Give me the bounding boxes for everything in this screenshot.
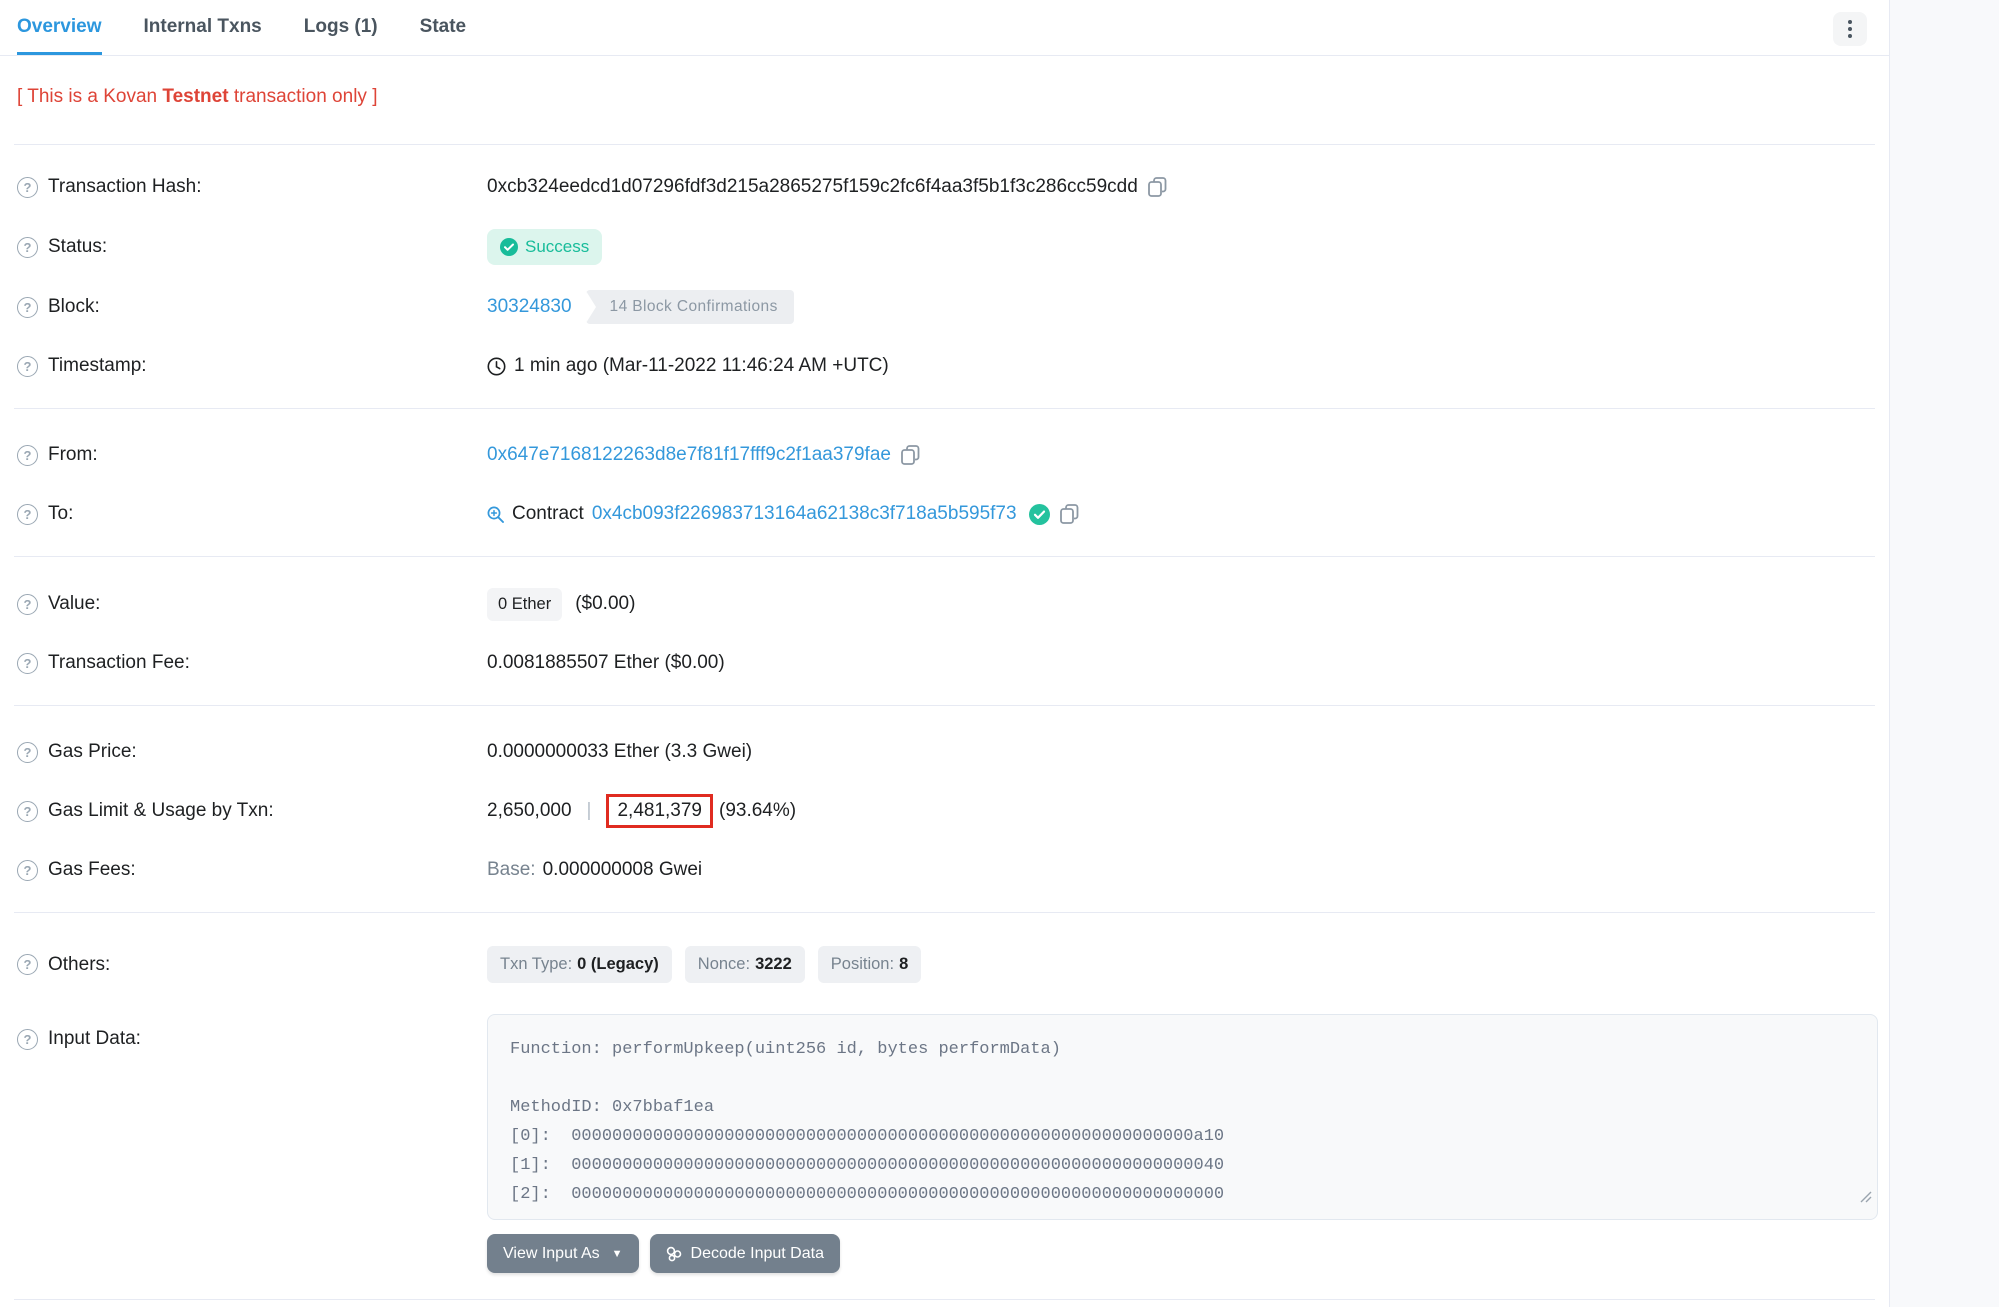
separator: | — [587, 800, 592, 822]
divider — [14, 1299, 1875, 1300]
row-gas-limit-usage: ? Gas Limit & Usage by Txn: 2,650,000 | … — [0, 794, 1889, 828]
decode-input-data-button[interactable]: Decode Input Data — [650, 1234, 840, 1273]
verified-check-icon — [1029, 504, 1050, 525]
help-icon[interactable]: ? — [17, 445, 38, 466]
nonce-chip: Nonce:3222 — [685, 946, 805, 983]
help-icon[interactable]: ? — [17, 860, 38, 881]
row-timestamp: ? Timestamp: 1 min ago (Mar-11-2022 11:4… — [0, 349, 1889, 383]
gas-price-label: Gas Price: — [48, 741, 137, 763]
gas-used-percent: (93.64%) — [719, 800, 796, 822]
help-icon[interactable]: ? — [17, 237, 38, 258]
tab-bar: Overview Internal Txns Logs (1) State — [0, 0, 1889, 56]
transaction-hash-value: 0xcb324eedcd1d07296fdf3d215a2865275f159c… — [487, 176, 1138, 198]
divider — [14, 705, 1875, 706]
gas-price-value: 0.0000000033 Ether (3.3 Gwei) — [487, 741, 752, 763]
help-icon[interactable]: ? — [17, 177, 38, 198]
tab-overview[interactable]: Overview — [17, 0, 102, 55]
status-text: Success — [525, 237, 589, 257]
gas-fees-label: Gas Fees: — [48, 859, 136, 881]
gas-limit-value: 2,650,000 — [487, 800, 572, 822]
help-icon[interactable]: ? — [17, 356, 38, 377]
base-fee-value: 0.000000008 Gwei — [543, 859, 703, 881]
help-icon[interactable]: ? — [17, 742, 38, 763]
help-icon[interactable]: ? — [17, 594, 38, 615]
status-label: Status: — [48, 236, 107, 258]
kebab-menu-icon — [1848, 20, 1852, 38]
tab-state[interactable]: State — [420, 0, 466, 55]
more-options-button[interactable] — [1833, 12, 1867, 46]
from-address-link[interactable]: 0x647e7168122263d8e7f81f17fff9c2f1aa379f… — [487, 444, 891, 466]
transaction-hash-label: Transaction Hash: — [48, 176, 201, 198]
value-label: Value: — [48, 593, 100, 615]
gas-used-value: 2,481,379 — [617, 800, 702, 821]
transaction-fee-value: 0.0081885507 Ether ($0.00) — [487, 652, 725, 674]
decode-icon — [666, 1246, 682, 1262]
row-gas-price: ? Gas Price: 0.0000000033 Ether (3.3 Gwe… — [0, 735, 1889, 769]
block-confirmations-badge: 14 Block Confirmations — [586, 290, 794, 324]
help-icon[interactable]: ? — [17, 297, 38, 318]
others-label: Others: — [48, 954, 110, 976]
row-status: ? Status: Success — [0, 229, 1889, 265]
chevron-down-icon: ▼ — [612, 1248, 623, 1260]
copy-icon[interactable] — [1148, 177, 1167, 198]
to-label: To: — [48, 503, 73, 525]
txn-type-chip: Txn Type:0 (Legacy) — [487, 946, 672, 983]
divider — [14, 912, 1875, 913]
magnifier-plus-icon[interactable] — [487, 506, 504, 523]
value-usd: ($0.00) — [575, 593, 635, 615]
divider — [14, 556, 1875, 557]
testnet-notice: [ This is a Kovan Testnet transaction on… — [17, 86, 1889, 108]
input-data-label: Input Data: — [48, 1028, 141, 1050]
view-input-as-button[interactable]: View Input As ▼ — [487, 1234, 639, 1273]
row-transaction-fee: ? Transaction Fee: 0.0081885507 Ether ($… — [0, 646, 1889, 680]
help-icon[interactable]: ? — [17, 801, 38, 822]
row-to: ? To: Contract 0x4cb093f226983713164a621… — [0, 497, 1889, 531]
help-icon[interactable]: ? — [17, 504, 38, 525]
to-address-link[interactable]: 0x4cb093f226983713164a62138c3f718a5b595f… — [592, 503, 1017, 525]
block-number-link[interactable]: 30324830 — [487, 296, 572, 318]
copy-icon[interactable] — [1060, 504, 1079, 525]
clock-icon — [487, 357, 506, 376]
divider — [14, 408, 1875, 409]
row-from: ? From: 0x647e7168122263d8e7f81f17fff9c2… — [0, 438, 1889, 472]
input-data-textarea[interactable]: Function: performUpkeep(uint256 id, byte… — [487, 1014, 1878, 1220]
row-value: ? Value: 0 Ether ($0.00) — [0, 587, 1889, 621]
transaction-fee-label: Transaction Fee: — [48, 652, 190, 674]
row-block: ? Block: 30324830 14 Block Confirmations — [0, 290, 1889, 324]
check-circle-icon — [500, 238, 518, 256]
gas-limit-label: Gas Limit & Usage by Txn: — [48, 800, 274, 822]
resize-handle-icon[interactable] — [1860, 1185, 1872, 1214]
help-icon[interactable]: ? — [17, 1029, 38, 1050]
row-input-data: ? Input Data: Function: performUpkeep(ui… — [0, 1014, 1889, 1220]
divider — [14, 144, 1875, 145]
gas-used-highlight-box: 2,481,379 — [606, 794, 713, 828]
input-data-actions: View Input As ▼ Decode Input Data — [487, 1234, 1889, 1273]
timestamp-label: Timestamp: — [48, 355, 147, 377]
row-transaction-hash: ? Transaction Hash: 0xcb324eedcd1d07296f… — [0, 170, 1889, 204]
tab-logs[interactable]: Logs (1) — [304, 0, 378, 55]
from-label: From: — [48, 444, 98, 466]
tab-internal-txns[interactable]: Internal Txns — [144, 0, 262, 55]
position-chip: Position:8 — [818, 946, 921, 983]
base-fee-label: Base: — [487, 859, 536, 881]
block-label: Block: — [48, 296, 100, 318]
row-others: ? Others: Txn Type:0 (Legacy) Nonce:3222… — [0, 946, 1889, 983]
to-contract-word: Contract — [512, 503, 584, 525]
timestamp-value: 1 min ago (Mar-11-2022 11:46:24 AM +UTC) — [514, 355, 889, 377]
ether-value-badge: 0 Ether — [487, 588, 562, 621]
help-icon[interactable]: ? — [17, 653, 38, 674]
status-badge: Success — [487, 229, 602, 265]
row-gas-fees: ? Gas Fees: Base: 0.000000008 Gwei — [0, 853, 1889, 887]
help-icon[interactable]: ? — [17, 954, 38, 975]
input-data-text: Function: performUpkeep(uint256 id, byte… — [510, 1040, 1224, 1204]
transaction-detail-card: Overview Internal Txns Logs (1) State [ … — [0, 0, 1890, 1307]
copy-icon[interactable] — [901, 445, 920, 466]
